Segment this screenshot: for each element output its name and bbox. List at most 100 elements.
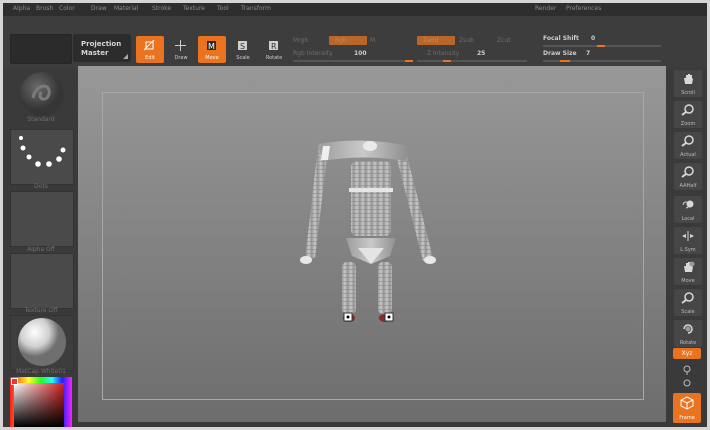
actual-size-icon [681, 135, 694, 147]
aahalf-icon [681, 166, 694, 178]
rotation-axis-icons[interactable] [680, 363, 694, 389]
material-slot[interactable] [10, 315, 74, 371]
move-label: Move [205, 55, 219, 61]
rgb-intensity-value: 100 [354, 50, 367, 57]
standard-brush-icon [20, 72, 64, 116]
hand-icon [684, 74, 693, 84]
aahalf-label: AAHalf [679, 183, 697, 189]
move-view-button[interactable]: Move [673, 257, 703, 286]
menu-stroke[interactable]: Stroke [152, 5, 171, 12]
scroll-label: Scroll [681, 90, 695, 96]
zsub-toggle[interactable]: Zsub [459, 37, 474, 44]
move-hand-icon [684, 261, 695, 272]
actual-button[interactable]: Actual [673, 131, 703, 160]
z-intensity-slider[interactable] [417, 60, 527, 62]
matcap-sphere-icon [18, 318, 66, 366]
projection-master-button[interactable]: Projection Master [73, 34, 131, 62]
zadd-label: Zadd [423, 37, 439, 44]
z-intensity-value: 25 [477, 50, 486, 57]
m-toggle[interactable]: M [370, 37, 375, 44]
local-icon [682, 200, 694, 209]
menu-texture[interactable]: Texture [183, 5, 205, 12]
menu-preferences[interactable]: Preferences [566, 5, 601, 12]
draw-size-fill [560, 60, 570, 62]
brush-thumbnail[interactable] [10, 67, 74, 117]
zadd-toggle[interactable]: Zadd [417, 36, 455, 45]
menu-transform[interactable]: Transform [241, 5, 271, 12]
local-label: Local [681, 216, 695, 222]
menu-tool[interactable]: Tool [217, 5, 229, 12]
rotate-tool-button[interactable]: R Rotate [260, 36, 288, 63]
corner-arrow-icon [123, 54, 128, 59]
color-picker-square[interactable] [14, 383, 64, 427]
scale-view-button[interactable]: Scale [673, 288, 703, 317]
zcut-toggle[interactable]: Zcut [497, 37, 511, 44]
lsym-button[interactable]: L.Sym [673, 226, 703, 255]
stroke-thumbnail[interactable] [10, 129, 74, 185]
menu-brush[interactable]: Brush [36, 5, 53, 12]
zoom-button[interactable]: Zoom [673, 100, 703, 129]
scale-tool-button[interactable]: S Scale [229, 36, 257, 63]
projection-master-label-1: Projection [81, 40, 122, 48]
move-icon: M [207, 41, 216, 51]
mannequin-model[interactable] [78, 66, 666, 422]
color-swatch[interactable] [11, 378, 18, 385]
scale-label: Scale [236, 55, 250, 61]
svg-text:R: R [271, 42, 277, 51]
zbrush-window: Alpha Brush Color Draw Material Stroke T… [3, 3, 707, 427]
frame-button[interactable]: Frame [673, 393, 701, 423]
empty-slot-button[interactable] [10, 34, 72, 64]
stroke-caption: Dots [34, 183, 48, 190]
alpha-slot[interactable] [10, 191, 74, 247]
rotate-view-button[interactable]: Rotate [673, 319, 703, 348]
z-intensity-fill [443, 60, 451, 62]
aahalf-button[interactable]: AAHalf [673, 162, 703, 191]
draw-size-label: Draw Size [543, 50, 577, 57]
menu-alpha[interactable]: Alpha [13, 5, 30, 12]
focal-shift-fill [597, 45, 605, 47]
rgb-intensity-slider[interactable] [293, 60, 413, 62]
scroll-button[interactable]: Scroll [673, 69, 703, 98]
brush-caption: Standard [27, 116, 55, 123]
texture-caption: Texture Off [24, 307, 58, 314]
material-caption: MatCap White01 [16, 368, 66, 375]
draw-button[interactable]: Draw [167, 36, 195, 63]
menu-draw[interactable]: Draw [91, 5, 107, 12]
frame-cube-icon [680, 396, 694, 410]
magnifier-icon [681, 104, 694, 116]
texture-slot[interactable] [10, 253, 74, 309]
alpha-caption: Alpha Off [27, 246, 55, 253]
local-button[interactable]: Local [673, 195, 703, 224]
dots-stroke-icon [19, 136, 66, 167]
document-canvas[interactable] [78, 66, 666, 422]
rgb-intensity-fill [405, 60, 413, 62]
edit-label: Edit [145, 55, 155, 61]
top-shelf: Projection Master Edit Draw M Move S Sca… [3, 16, 707, 69]
draw-label: Draw [174, 55, 188, 61]
mrgb-toggle[interactable]: Mrgb [293, 37, 308, 44]
svg-text:M: M [208, 42, 215, 51]
scale-icon: S [238, 41, 247, 51]
actual-label: Actual [680, 152, 696, 158]
xyz-toggle[interactable]: Xyz [673, 348, 701, 359]
rotate-view-label: Rotate [679, 340, 697, 346]
menu-render[interactable]: Render [535, 5, 556, 12]
projection-master-label-2: Master [81, 49, 109, 57]
edit-button[interactable]: Edit [136, 36, 164, 63]
svg-text:S: S [240, 42, 245, 51]
lsym-label: L.Sym [680, 247, 696, 253]
z-intensity-label: Z Intensity [427, 50, 460, 57]
move-tool-button[interactable]: M Move [198, 36, 226, 63]
focal-shift-label: Focal Shift [543, 35, 579, 42]
rotate-view-icon [683, 324, 693, 334]
edit-icon [144, 40, 155, 51]
scale-view-label: Scale [681, 309, 695, 315]
menu-material[interactable]: Material [114, 5, 138, 12]
menu-color[interactable]: Color [59, 5, 75, 12]
rgb-toggle[interactable]: Rgb [329, 36, 367, 45]
color-picker[interactable] [10, 377, 72, 427]
zoom-label: Zoom [680, 121, 696, 127]
xyz-label: Xyz [681, 350, 693, 357]
main-menu-bar: Alpha Brush Color Draw Material Stroke T… [3, 3, 707, 16]
scale-view-icon [681, 292, 694, 304]
